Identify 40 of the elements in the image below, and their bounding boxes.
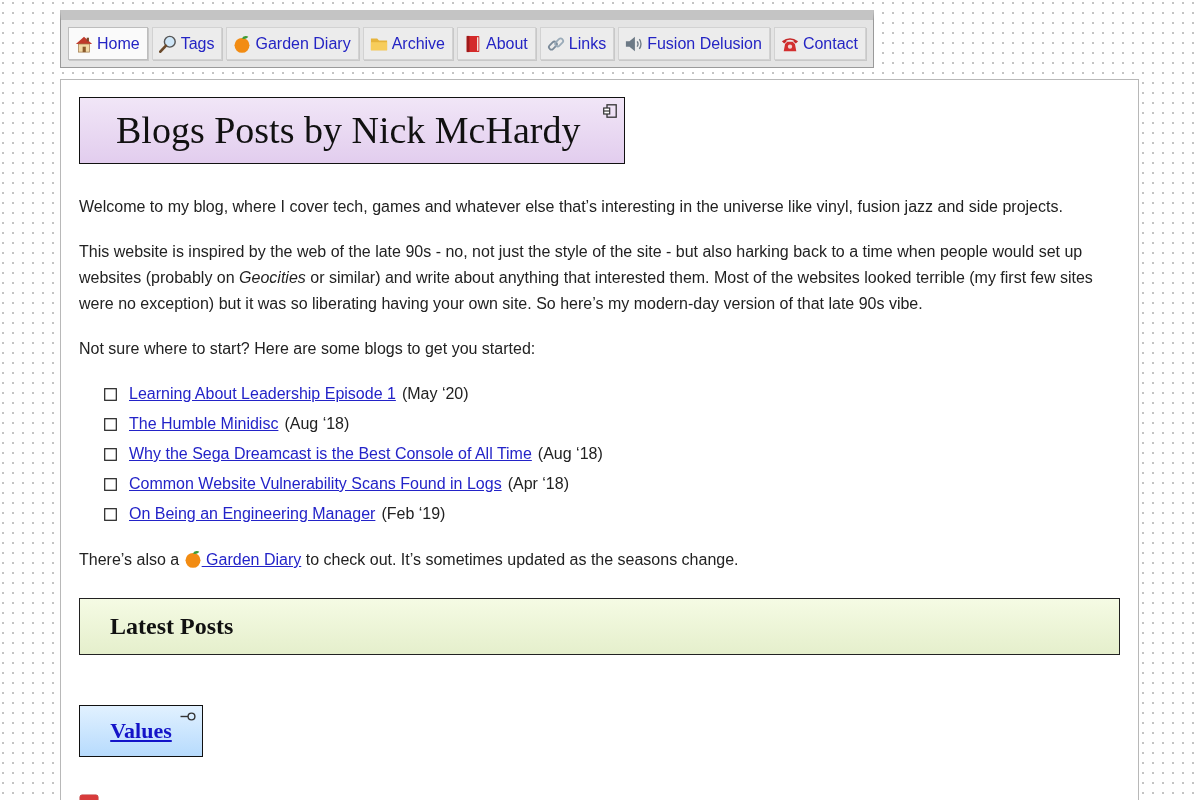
square-bullet-icon [104,507,117,521]
pin-icon [180,712,196,721]
intro-paragraph: Welcome to my blog, where I cover tech, games and whatever else that’s interesting in the universe like vinyl, fusion jazz and side projects. [79,197,1064,217]
post-link[interactable]: Learning About Leadership Episode 1 [129,385,396,403]
square-bullet-icon [104,387,117,401]
section-heading: Latest Posts [79,598,1120,655]
post-date: (Apr ‘18) [507,475,569,493]
page-icon [603,104,618,118]
post-date: (Aug ‘18) [284,415,350,433]
intro-paragraph: This website is inspired by the web of the late 90s - no, not just the style of the site - but also harking back to a time when people would set up websites (probably on Geocities or similar) and write about anything that interested them. Most of the websites looked terrible (my first few sites were no exception) but it was so liberating having your own site. So here’s my modern-day version of that late 90s vibe. [79,242,1094,314]
fruit-icon [183,550,202,568]
nav-button[interactable]: Garden Diary [226,27,359,60]
nav-button[interactable]: About [457,27,536,60]
page-title: Blogs Posts by Nick McHardy [116,108,581,153]
post-link[interactable]: Common Website Vulnerability Scans Found in Logs [129,475,502,493]
post-link[interactable]: Why the Sega Dreamcast is the Best Console of All Time [129,445,532,463]
house-icon [75,34,93,53]
square-bullet-icon [104,477,117,491]
post-date: (May ‘20) [401,385,469,403]
intro-paragraph: Not sure where to start? Here are some blogs to get you started: [79,339,537,359]
square-bullet-icon [104,447,117,461]
nav-button[interactable]: Archive [362,27,453,60]
garden-note-text: There’s also a Garden Diary to check out. It’s sometimes updated as the seasons change. [79,549,740,570]
search-icon [158,34,177,53]
square-bullet-icon [104,417,117,431]
link-icon [546,34,565,53]
nav-button[interactable]: Tags [151,27,223,60]
nav-button[interactable]: Links [539,27,615,60]
post-link[interactable]: The Humble Minidisc [129,415,279,433]
garden-diary-link[interactable]: Garden Diary [183,551,302,568]
post-date: (Feb ‘19) [381,505,446,523]
speaker-icon [625,34,644,53]
nav-button[interactable]: Contact [773,27,867,60]
post-date: (Aug ‘18) [537,445,603,463]
category-link[interactable]: Values [110,718,172,744]
book-icon [464,34,482,53]
nav-button[interactable]: Home [68,27,148,60]
post-link[interactable]: On Being an Engineering Manager [129,505,376,523]
nav-button[interactable]: Fusion Delusion [618,27,770,60]
fruit-icon [233,34,252,53]
